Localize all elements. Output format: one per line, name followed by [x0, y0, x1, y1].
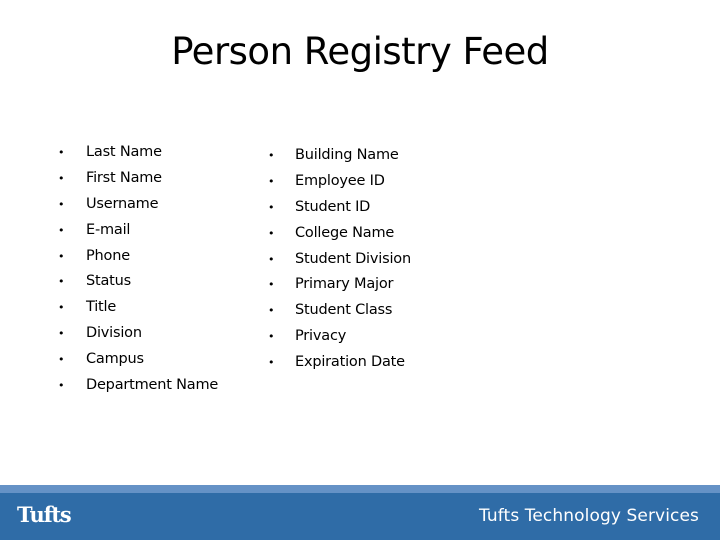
bullet-icon: •	[268, 356, 275, 370]
list-item-label: Phone	[86, 247, 130, 264]
bullet-icon: •	[268, 330, 275, 344]
list-item-label: College Name	[295, 224, 395, 241]
bullet-icon: •	[58, 171, 65, 185]
bullet-icon: •	[58, 353, 65, 367]
department-name: Tufts Technology Services	[478, 506, 699, 526]
bullet-icon: •	[268, 252, 275, 266]
bullet-icon: •	[58, 275, 65, 289]
bullet-icon: •	[268, 200, 275, 214]
bullet-icon: •	[268, 304, 275, 318]
list-item-label: Expiration Date	[295, 354, 405, 371]
bullet-icon: •	[58, 146, 65, 159]
bullet-icon: •	[58, 197, 65, 211]
list-item-label: E-mail	[86, 221, 131, 238]
bullet-icon: •	[268, 149, 275, 162]
list-item-label: Username	[86, 195, 159, 212]
list-item-label: Title	[86, 299, 117, 316]
footer-accent-strip	[0, 485, 720, 493]
list-item-label: Building Name	[295, 147, 399, 163]
list-item-label: Employee ID	[295, 172, 385, 189]
tufts-logo: Tufts	[17, 502, 72, 527]
slide-title: Person Registry Feed	[171, 30, 549, 73]
bullet-icon: •	[268, 174, 275, 188]
bullet-icon: •	[268, 226, 275, 240]
slide: Person Registry Feed • Last Name • First N…	[0, 0, 720, 540]
list-item-label: Status	[86, 273, 132, 290]
bullet-icon: •	[58, 301, 65, 315]
list-item-label: Student Class	[295, 302, 393, 319]
list-item-label: Division	[86, 325, 142, 342]
bullet-icon: •	[58, 327, 65, 341]
bullet-icon: •	[58, 379, 65, 393]
list-item-label: Primary Major	[295, 276, 394, 293]
bullet-icon: •	[58, 223, 65, 237]
bullet-icon: •	[58, 249, 65, 263]
list-item-label: First Name	[86, 169, 162, 186]
list-item-label: Privacy	[295, 328, 347, 345]
list-item-label: Department Name	[86, 377, 219, 394]
list-item-label: Last Name	[86, 144, 162, 160]
bullet-icon: •	[268, 278, 275, 292]
list-item-label: Campus	[86, 351, 144, 368]
list-item-label: Student ID	[295, 198, 371, 215]
list-item-label: Student Division	[295, 250, 411, 267]
